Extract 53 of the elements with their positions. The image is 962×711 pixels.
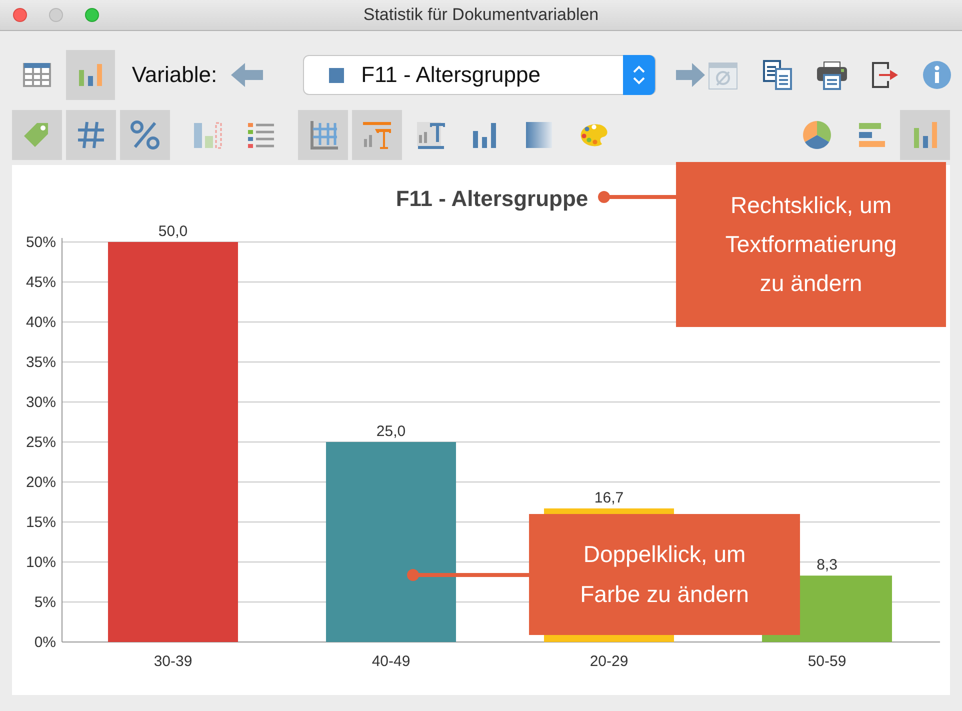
chevron-icon (632, 64, 646, 86)
x-axis-label: 20-29 (590, 653, 628, 670)
axis-title-icon (415, 119, 447, 151)
x-axis-label: 30-39 (154, 653, 192, 670)
value-label: 25,0 (376, 423, 406, 440)
exit-icon[interactable] (870, 60, 900, 90)
close-button[interactable] (13, 8, 27, 22)
value-label: 16,7 (594, 489, 624, 506)
y-axis-label: 10% (26, 554, 56, 571)
label-button[interactable] (12, 110, 62, 160)
chart-title[interactable]: F11 - Altersgruppe (396, 186, 588, 211)
y-axis-label: 30% (26, 394, 56, 411)
y-axis-label: 50% (26, 234, 56, 251)
x-axis-label: 50-59 (808, 653, 846, 670)
value-label: 50,0 (158, 223, 188, 240)
square-icon (329, 68, 344, 82)
variable-label: Variable: (132, 62, 218, 88)
y-axis-label: 15% (26, 514, 56, 531)
count-button[interactable] (66, 110, 116, 160)
window-title: Statistik für Dokumentvariablen (363, 5, 599, 25)
table-icon (22, 60, 52, 90)
right-arrow-icon[interactable] (676, 60, 740, 90)
callout-text: Farbe zu ändern (580, 582, 749, 607)
callout-text: Rechtsklick, um (730, 192, 892, 218)
variable-select[interactable]: F11 - Altersgruppe (303, 55, 656, 95)
y-axis-label: 25% (26, 434, 56, 451)
gridlines-button[interactable] (298, 110, 348, 160)
callout-text: zu ändern (760, 271, 862, 296)
pie-chart-icon (801, 119, 833, 151)
y-axis-label: 35% (26, 354, 56, 371)
info-icon[interactable] (922, 60, 952, 90)
x-axis-label: 40-49 (372, 653, 410, 670)
percent-icon (129, 119, 161, 151)
callout-text: Doppelklick, um (583, 542, 746, 568)
chart-view-button[interactable] (66, 50, 115, 100)
y-axis-label: 0% (34, 634, 56, 651)
y-axis-label: 40% (26, 314, 56, 331)
y-axis-label: 20% (26, 474, 56, 491)
minimize-button[interactable] (49, 8, 63, 22)
callout-text: Textformatierung (725, 232, 897, 258)
title-button[interactable] (352, 110, 402, 160)
column-chart-button[interactable] (900, 110, 950, 160)
printer-icon[interactable] (816, 59, 848, 91)
y-axis-label: 5% (34, 594, 56, 611)
zoom-button[interactable] (85, 8, 99, 22)
gradient-icon (523, 119, 555, 151)
left-arrow-icon[interactable] (231, 62, 266, 88)
y-axis-label: 45% (26, 274, 56, 291)
hash-icon (75, 119, 107, 151)
value-label: 8,3 (816, 556, 838, 574)
percent-button[interactable] (120, 110, 170, 160)
copy-icon[interactable] (762, 59, 794, 91)
chart-title-icon (361, 119, 393, 151)
